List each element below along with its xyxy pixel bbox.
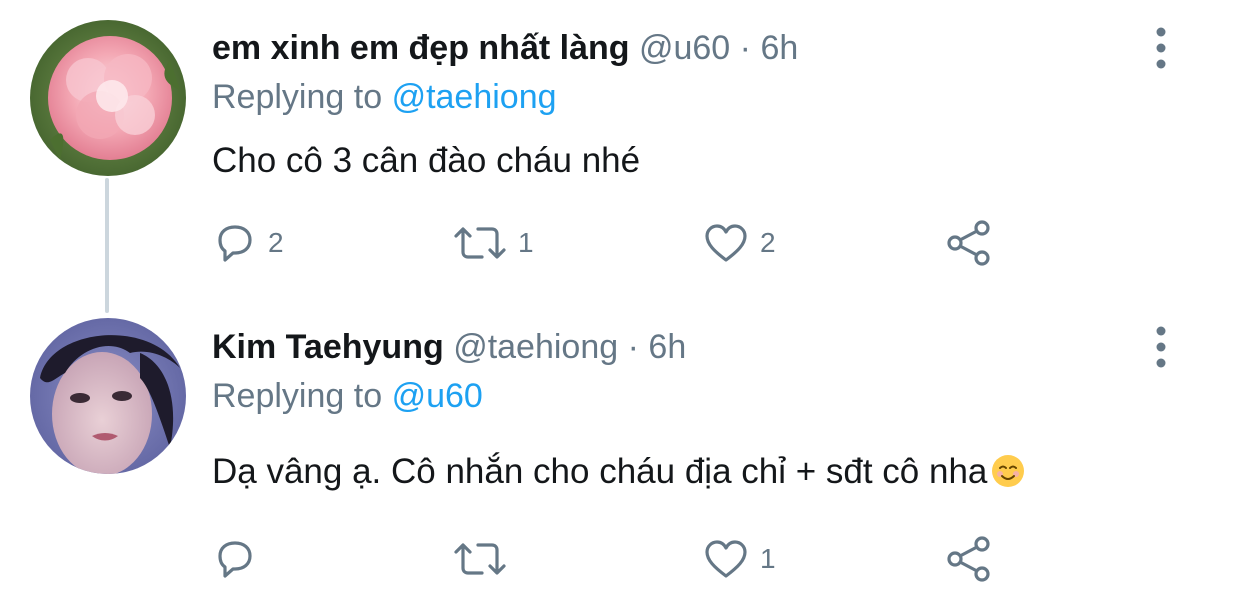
share-icon — [947, 220, 990, 266]
tweet-actions: 1 — [212, 534, 1012, 584]
separator-dot: · — [627, 328, 639, 366]
avatar[interactable] — [30, 20, 186, 176]
retweet-icon — [454, 227, 506, 259]
tweet[interactable]: em xinh em đẹp nhất làng @u60 · 6h Reply… — [0, 0, 1242, 300]
portrait-avatar-icon — [30, 318, 186, 474]
replying-to-mention[interactable]: @taehiong — [392, 78, 557, 116]
share-button[interactable] — [944, 534, 1004, 584]
heart-icon — [705, 540, 747, 578]
retweet-button[interactable] — [452, 534, 518, 584]
vertical-dots-icon — [1156, 326, 1166, 368]
share-button[interactable] — [944, 218, 1004, 268]
avatar[interactable] — [30, 318, 186, 474]
reply-icon — [218, 225, 252, 262]
retweet-icon — [454, 543, 506, 575]
heart-icon — [705, 224, 747, 262]
pink-peony-avatar-icon — [30, 20, 186, 176]
like-button[interactable]: 2 — [702, 218, 776, 268]
vertical-dots-icon — [1156, 27, 1166, 69]
reply-button[interactable]: 2 — [212, 218, 284, 268]
replying-to-mention[interactable]: @u60 — [392, 377, 483, 415]
tweet-actions: 2 1 2 — [212, 218, 1012, 268]
display-name[interactable]: em xinh em đẹp nhất làng — [212, 29, 630, 67]
tweet-header: em xinh em đẹp nhất làng @u60 · 6h — [212, 28, 798, 68]
tweet-text: Dạ vâng ạ. Cô nhắn cho cháu địa chỉ + sđ… — [212, 451, 1025, 493]
replying-to-label: Replying to — [212, 78, 383, 116]
like-count: 1 — [760, 543, 776, 574]
more-options-button[interactable] — [1146, 26, 1176, 70]
timestamp[interactable]: 6h — [648, 328, 686, 366]
tweet-text: Cho cô 3 cân đào cháu nhé — [212, 141, 641, 180]
share-icon — [947, 536, 990, 582]
like-count: 2 — [760, 227, 776, 258]
replying-to: Replying to @u60 — [212, 376, 483, 416]
tweet[interactable]: Kim Taehyung @taehiong · 6h Replying to … — [0, 300, 1242, 607]
separator-dot: · — [739, 29, 751, 67]
more-options-button[interactable] — [1146, 325, 1176, 369]
user-handle[interactable]: @u60 — [639, 29, 730, 67]
replying-to: Replying to @taehiong — [212, 77, 557, 117]
tweet-header: Kim Taehyung @taehiong · 6h — [212, 327, 686, 367]
display-name[interactable]: Kim Taehyung — [212, 328, 444, 366]
like-button[interactable]: 1 — [702, 534, 776, 584]
retweet-count: 1 — [518, 227, 534, 258]
reply-count: 2 — [268, 227, 284, 258]
reply-icon — [218, 541, 252, 578]
smiling-face-emoji-icon — [992, 455, 1025, 487]
tweet-text-content: Dạ vâng ạ. Cô nhắn cho cháu địa chỉ + sđ… — [212, 452, 988, 491]
timestamp[interactable]: 6h — [760, 29, 798, 67]
user-handle[interactable]: @taehiong — [453, 328, 618, 366]
retweet-button[interactable]: 1 — [452, 218, 534, 268]
reply-button[interactable] — [212, 534, 268, 584]
replying-to-label: Replying to — [212, 377, 383, 415]
